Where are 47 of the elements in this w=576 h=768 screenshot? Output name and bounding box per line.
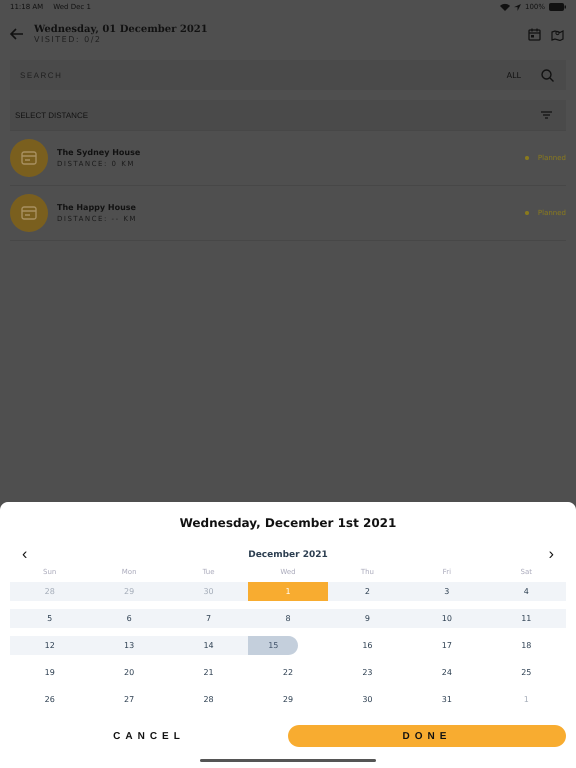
calendar-day[interactable]: 29: [248, 690, 328, 709]
calendar-day[interactable]: 16: [328, 636, 408, 655]
calendar-icon[interactable]: [528, 28, 541, 40]
calendar-day[interactable]: 10: [407, 609, 487, 628]
wifi-icon: [500, 3, 510, 11]
calendar-day[interactable]: 20: [89, 663, 169, 682]
location-icon: [514, 4, 521, 10]
cancel-button[interactable]: CANCEL: [10, 730, 288, 742]
calendar-day[interactable]: 11: [486, 609, 566, 628]
calendar-day[interactable]: 24: [407, 663, 487, 682]
search-icon[interactable]: [541, 68, 554, 82]
calendar-day[interactable]: 14: [168, 636, 248, 655]
calendar-day[interactable]: 9: [328, 609, 408, 628]
calendar-day[interactable]: 7: [168, 609, 248, 628]
calendar-day[interactable]: 18: [486, 636, 566, 655]
map-pin-icon[interactable]: [551, 28, 564, 40]
calendar-day[interactable]: 12: [10, 636, 90, 655]
calendar-day[interactable]: 13: [89, 636, 169, 655]
month-label: December 2021: [248, 550, 328, 560]
calendar-day[interactable]: 2: [328, 582, 408, 601]
calendar-day[interactable]: 31: [407, 690, 487, 709]
next-month-button[interactable]: ›: [542, 546, 560, 564]
calendar-day[interactable]: 4: [486, 582, 566, 601]
page-title: Wednesday, 01 December 2021: [34, 24, 209, 35]
calendar-day[interactable]: 21: [168, 663, 248, 682]
previous-month-button[interactable]: ‹: [16, 546, 34, 564]
calendar-day[interactable]: 6: [89, 609, 169, 628]
calendar-day[interactable]: 23: [328, 663, 408, 682]
filter-icon[interactable]: [541, 111, 552, 119]
calendar-day[interactable]: 26: [10, 690, 90, 709]
calendar-day[interactable]: 30: [328, 690, 408, 709]
calendar-day[interactable]: 17: [407, 636, 487, 655]
place-name: The Sydney House: [57, 148, 142, 157]
calendar-day[interactable]: 19: [10, 663, 90, 682]
done-button[interactable]: DONE: [288, 725, 566, 747]
calendar-day[interactable]: 22: [248, 663, 328, 682]
calendar-day[interactable]: 8: [248, 609, 328, 628]
calendar-day[interactable]: 3: [407, 582, 487, 601]
place-name: The Happy House: [57, 203, 137, 212]
calendar-day[interactable]: 25: [486, 663, 566, 682]
calendar-day[interactable]: 15: [248, 636, 298, 655]
calendar-day[interactable]: 5: [10, 609, 90, 628]
calendar-day[interactable]: 27: [89, 690, 169, 709]
back-arrow-icon[interactable]: [10, 28, 24, 40]
battery-icon: [549, 3, 566, 11]
selected-date-title: Wednesday, December 1st 2021: [178, 516, 398, 530]
calendar-day[interactable]: 28: [168, 690, 248, 709]
